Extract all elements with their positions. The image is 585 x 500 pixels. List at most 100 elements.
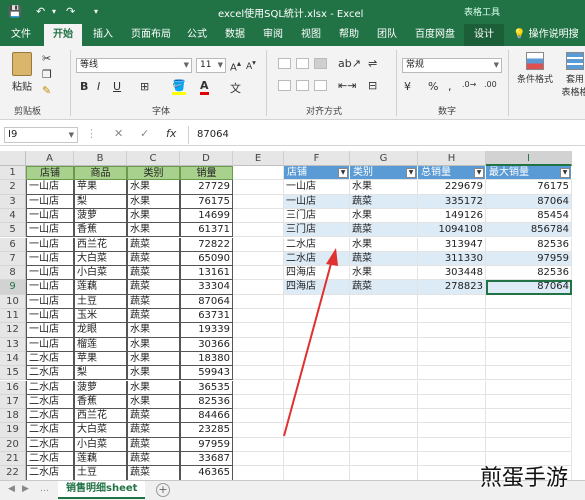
grid-cell[interactable] [350,437,418,452]
align-top-icon[interactable] [278,58,291,69]
left-table-cell[interactable]: 一山店 [26,280,74,295]
grid-cell[interactable] [284,452,350,467]
grid-cell[interactable] [233,294,284,309]
left-table-cell[interactable]: 龙眼 [74,323,127,338]
decrease-decimal-icon[interactable]: .00 [484,80,497,89]
left-table-cell[interactable]: 香蕉 [74,394,127,410]
row-header[interactable]: 11 [0,309,26,324]
grid-cell[interactable] [486,309,572,324]
left-table-cell[interactable]: 一山店 [26,294,74,309]
left-table-cell[interactable]: 一山店 [26,251,74,267]
left-table-cell[interactable]: 97959 [180,437,233,452]
left-table-header[interactable]: 销量 [180,166,233,181]
left-table-cell[interactable]: 蔬菜 [127,452,180,467]
grid-cell[interactable] [233,266,284,281]
formula-input[interactable]: 87064 [197,129,229,140]
row-header[interactable]: 13 [0,337,26,352]
grid-cell[interactable] [486,409,572,424]
right-table-header[interactable]: 最大销量 ▼ [486,166,572,181]
enter-icon[interactable]: ✓ [140,127,149,140]
tab-insert[interactable]: 插入 [86,24,120,46]
left-table-cell[interactable]: 19339 [180,323,233,338]
left-table-cell[interactable]: 59943 [180,366,233,381]
right-table-cell[interactable]: 二水店 [284,237,350,252]
grid-cell[interactable] [350,409,418,424]
left-table-cell[interactable]: 小白菜 [74,437,127,452]
left-table-cell[interactable]: 大白菜 [74,251,127,267]
phonetic-icon[interactable]: 文 [230,80,241,96]
right-table-cell[interactable]: 四海店 [284,266,350,281]
left-table-cell[interactable]: 36535 [180,380,233,395]
left-table-cell[interactable]: 一山店 [26,309,74,324]
row-header[interactable]: 7 [0,251,26,267]
italic-button[interactable]: I [97,80,100,93]
left-table-cell[interactable]: 二水店 [26,437,74,452]
left-table-cell[interactable]: 二水店 [26,394,74,410]
left-table-cell[interactable]: 蔬菜 [127,409,180,424]
row-header[interactable]: 22 [0,466,26,481]
column-header-d[interactable]: D [180,151,233,166]
row-header[interactable]: 14 [0,351,26,367]
underline-button[interactable]: U [113,80,121,93]
sheet-more-icon[interactable]: … [40,484,49,494]
grid-cell[interactable] [418,423,486,438]
left-table-cell[interactable]: 蔬菜 [127,437,180,452]
left-table-cell[interactable]: 蔬菜 [127,280,180,295]
grid-cell[interactable] [233,394,284,410]
left-table-cell[interactable]: 梨 [74,194,127,209]
grid-cell[interactable] [233,194,284,209]
left-table-cell[interactable]: 梨 [74,366,127,381]
left-table-cell[interactable]: 13161 [180,266,233,281]
left-table-cell[interactable]: 61371 [180,223,233,238]
grid-cell[interactable] [350,337,418,352]
grid-cell[interactable] [486,294,572,309]
name-box[interactable]: I9 ▼ [4,127,78,143]
tab-page-layout[interactable]: 页面布局 [124,24,178,46]
grid-cell[interactable] [486,337,572,352]
row-header[interactable]: 6 [0,237,26,252]
align-center-icon[interactable] [296,80,309,91]
grid-cell[interactable] [418,394,486,410]
column-header-h[interactable]: H [418,151,486,166]
right-table-cell[interactable]: 856784 [486,223,572,238]
right-table-cell[interactable]: 蔬菜 [350,280,418,295]
number-format-select[interactable]: 常规 ▼ [402,58,502,73]
right-table-cell[interactable]: 229679 [418,180,486,195]
grid-cell[interactable] [233,166,284,181]
left-table-cell[interactable]: 27729 [180,180,233,195]
row-header[interactable]: 1 [0,166,26,181]
bold-button[interactable]: B [80,80,88,93]
next-sheet-icon[interactable]: ▶ [22,484,29,494]
left-table-cell[interactable]: 菠萝 [74,208,127,224]
right-table-cell[interactable]: 水果 [350,237,418,252]
left-table-cell[interactable]: 香蕉 [74,223,127,238]
left-table-cell[interactable]: 46365 [180,466,233,481]
cancel-icon[interactable]: ✕ [114,127,123,140]
right-table-cell[interactable]: 87064 [486,280,572,295]
left-table-cell[interactable]: 二水店 [26,452,74,467]
grid-cell[interactable] [350,351,418,367]
column-header-g[interactable]: G [350,151,418,166]
left-table-cell[interactable]: 小白菜 [74,266,127,281]
grid-cell[interactable] [418,294,486,309]
left-table-cell[interactable]: 33687 [180,452,233,467]
left-table-cell[interactable]: 莲藕 [74,280,127,295]
grid-cell[interactable] [418,366,486,381]
grid-cell[interactable] [233,380,284,395]
grid-cell[interactable] [233,437,284,452]
left-table-cell[interactable]: 二水店 [26,423,74,438]
grid-cell[interactable] [233,251,284,267]
left-table-cell[interactable]: 大白菜 [74,423,127,438]
grid-cell[interactable] [284,351,350,367]
column-header-c[interactable]: C [127,151,180,166]
left-table-cell[interactable]: 西兰花 [74,409,127,424]
right-table-cell[interactable]: 蔬菜 [350,223,418,238]
left-table-cell[interactable]: 水果 [127,380,180,395]
align-middle-icon[interactable] [296,58,309,69]
right-table-header[interactable]: 类别 ▼ [350,166,418,181]
left-table-cell[interactable]: 苹果 [74,351,127,367]
row-header[interactable]: 17 [0,394,26,410]
orientation-icon[interactable]: ab↗ [338,57,361,70]
right-table-cell[interactable]: 149126 [418,208,486,224]
left-table-header[interactable]: 商品 [74,166,127,181]
